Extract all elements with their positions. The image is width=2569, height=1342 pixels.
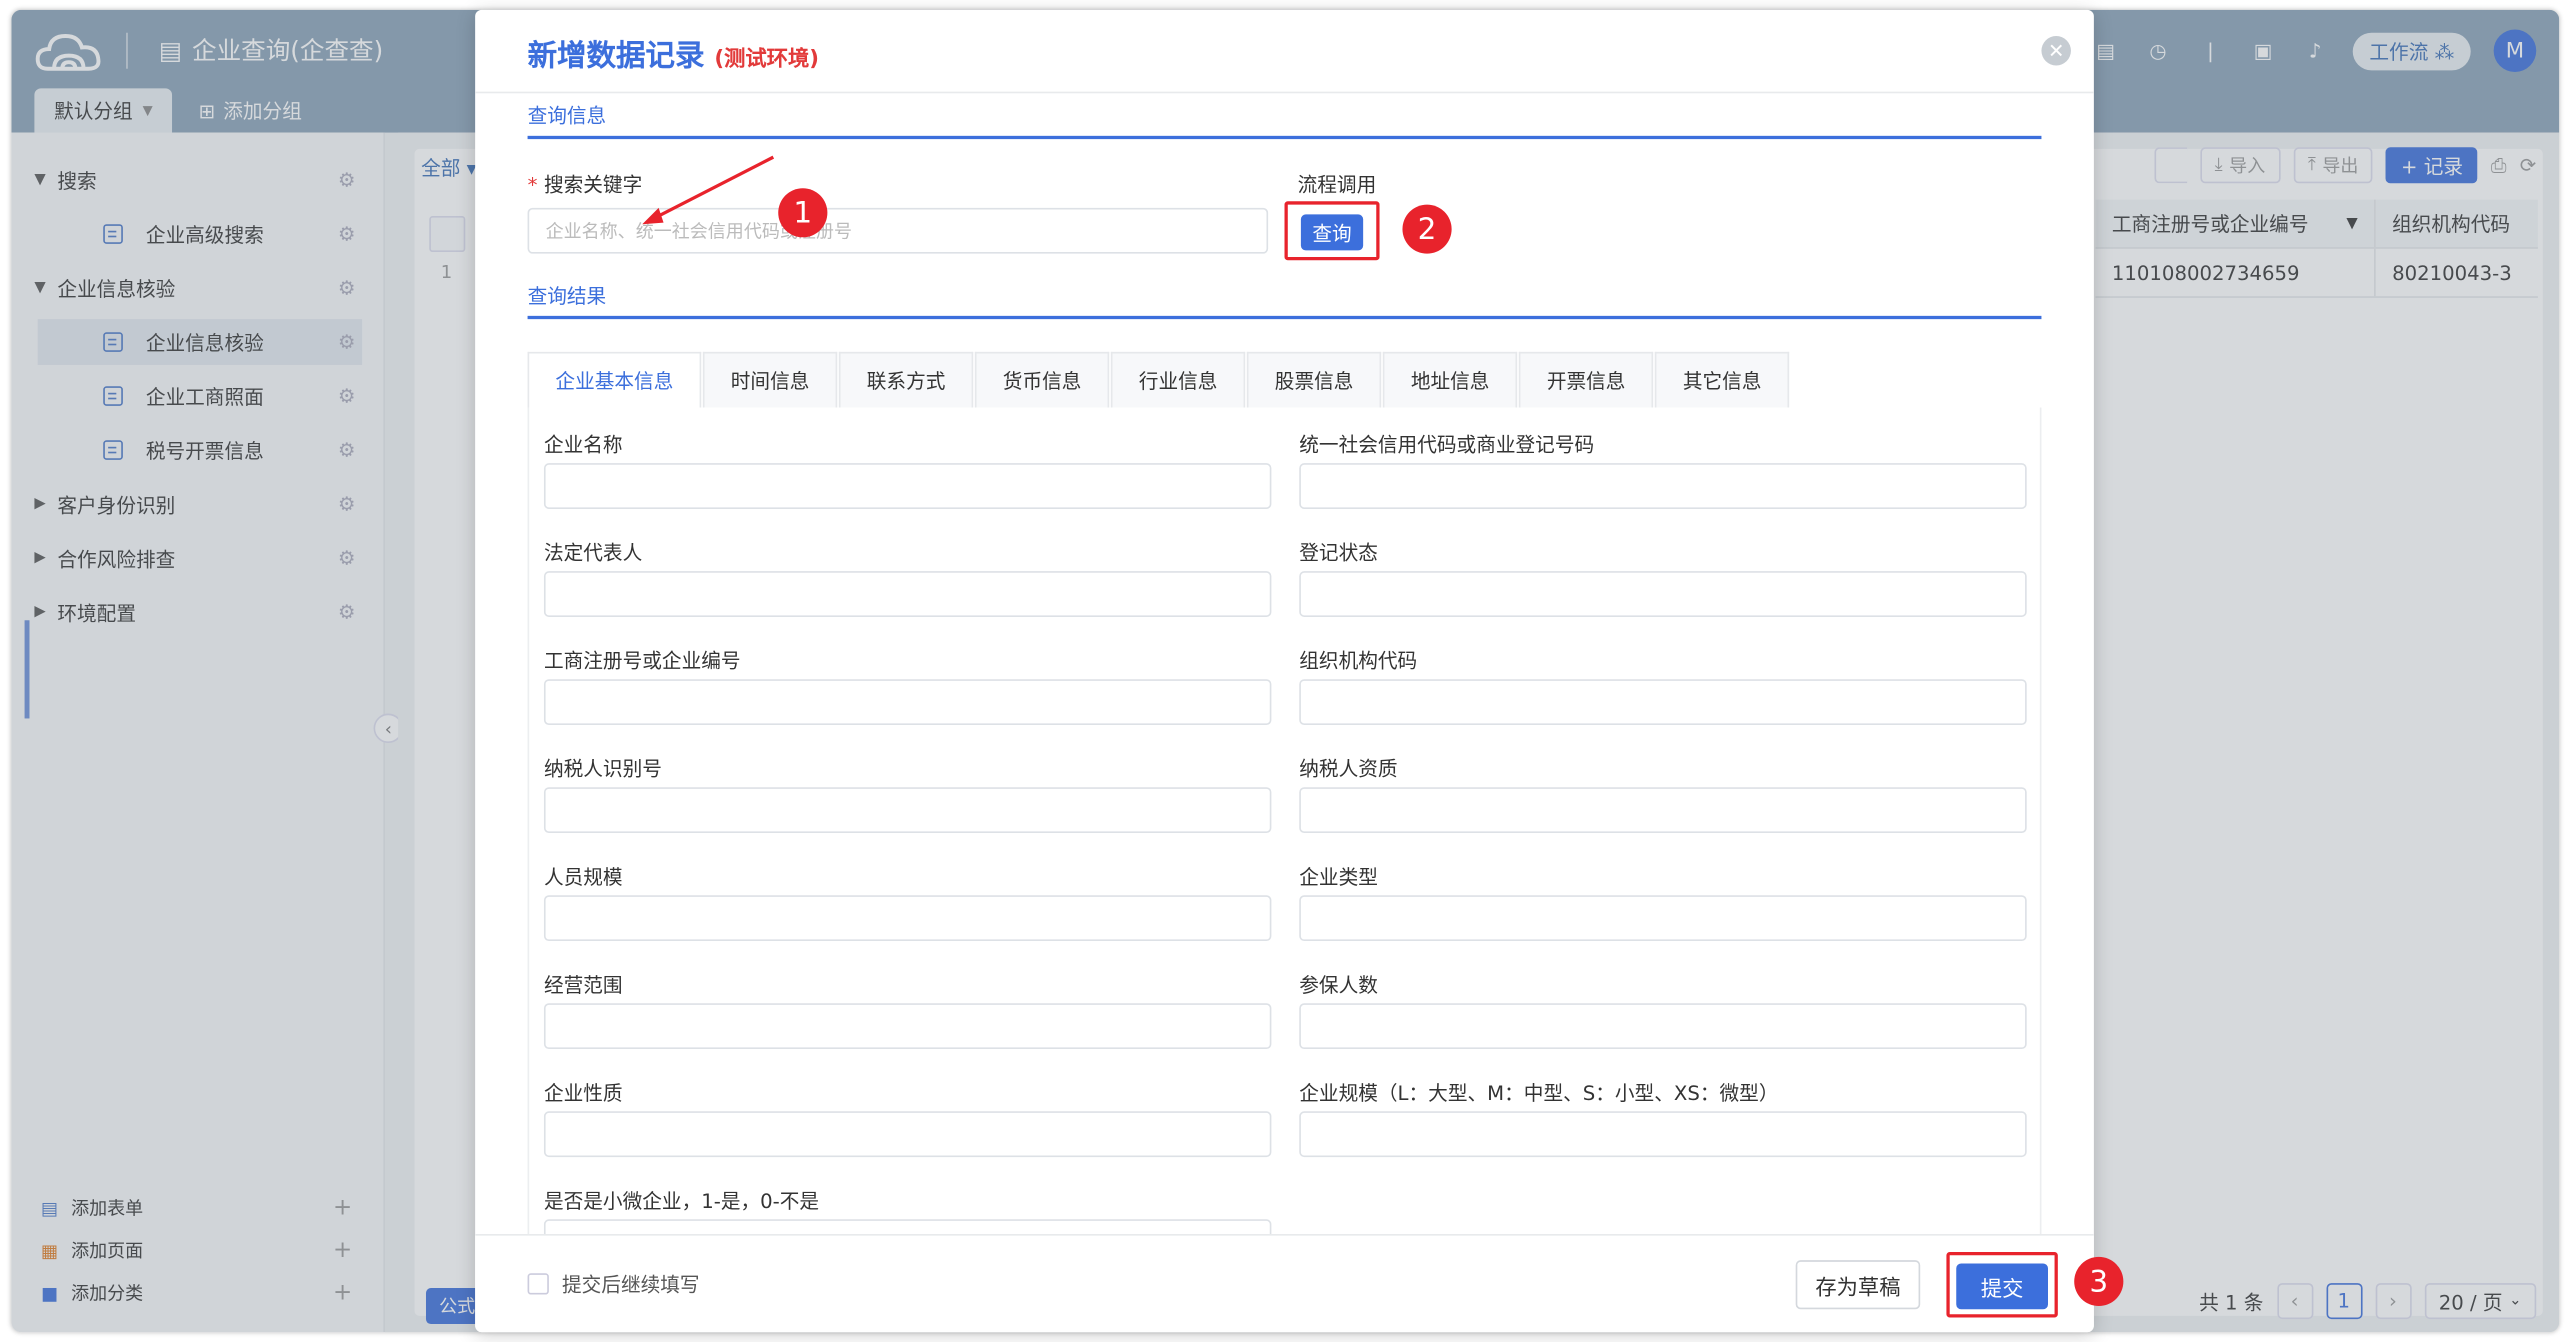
field-label: 企业规模（L：大型、M：中型、S：小型、XS：微型）	[1299, 1081, 1779, 1105]
field-label: 登记状态	[1299, 541, 1378, 565]
tab-industry[interactable]: 行业信息	[1110, 351, 1246, 408]
company-scale-field[interactable]	[1299, 1111, 2027, 1158]
checkbox-box[interactable]	[527, 1273, 549, 1295]
org-code-field[interactable]	[1299, 679, 2027, 726]
tab-currency[interactable]: 货币信息	[974, 351, 1110, 408]
staff-size-field[interactable]	[543, 895, 1272, 942]
legal-rep-field[interactable]	[543, 571, 1272, 617]
field-label: 纳税人资质	[1299, 757, 1398, 781]
annotation-badge-2: 2	[1402, 204, 1452, 254]
env-tag: (测试环境)	[714, 47, 820, 73]
field-label: 纳税人识别号	[543, 757, 662, 781]
business-scope-field[interactable]	[543, 1003, 1272, 1050]
annotation-badge-1: 1	[778, 188, 828, 238]
field-label: 参保人数	[1299, 973, 1378, 997]
reg-number-field[interactable]	[543, 679, 1272, 726]
dialog-title-text: 新增数据记录	[527, 39, 705, 74]
dialog-title: 新增数据记录 (测试环境)	[528, 33, 819, 76]
query-highlight-box	[1284, 201, 1380, 261]
tab-stock[interactable]: 股票信息	[1246, 351, 1382, 408]
tab-other[interactable]: 其它信息	[1654, 351, 1790, 408]
tab-invoice[interactable]: 开票信息	[1518, 351, 1654, 408]
close-icon[interactable]: ✕	[2041, 36, 2071, 66]
submit-highlight-box	[1946, 1251, 2058, 1318]
section-query-result: 查询结果	[527, 281, 2042, 320]
keyword-label: * 搜索关键字	[527, 173, 643, 197]
field-label: 是否是小微企业，1-是，0-不是	[543, 1189, 820, 1213]
credit-code-field[interactable]	[1299, 463, 2027, 509]
field-label: 企业类型	[1299, 865, 1378, 889]
field-label: 企业性质	[543, 1081, 623, 1105]
flow-call-label: 流程调用	[1297, 173, 1377, 197]
continue-after-submit-checkbox[interactable]: 提交后继续填写	[527, 1270, 700, 1298]
save-draft-button[interactable]: 存为草稿	[1795, 1260, 1921, 1310]
tab-contact[interactable]: 联系方式	[838, 351, 974, 408]
taxpayer-quality-field[interactable]	[1299, 787, 2027, 834]
field-label: 统一社会信用代码或商业登记号码	[1299, 433, 1595, 457]
company-name-field[interactable]	[543, 463, 1272, 509]
field-label: 法定代表人	[543, 541, 643, 565]
header-divider	[475, 91, 2094, 94]
tab-address[interactable]: 地址信息	[1382, 351, 1518, 408]
company-type-field[interactable]	[1299, 895, 2027, 942]
taxpayer-id-field[interactable]	[543, 787, 1272, 834]
keyword-input[interactable]: 企业名称、统一社会信用代码或注册号	[527, 207, 1269, 254]
insured-count-field[interactable]	[1299, 1003, 2027, 1050]
field-label: 组织机构代码	[1299, 649, 1418, 673]
field-label: 人员规模	[543, 865, 623, 889]
field-label: 工商注册号或企业编号	[543, 649, 741, 673]
field-label: 企业名称	[543, 433, 623, 457]
company-nature-field[interactable]	[543, 1111, 1272, 1158]
tab-basic-info[interactable]: 企业基本信息	[527, 351, 702, 408]
checkbox-label: 提交后继续填写	[561, 1273, 700, 1297]
reg-status-field[interactable]	[1299, 571, 2027, 617]
tab-time-info[interactable]: 时间信息	[702, 351, 838, 408]
basic-info-panel: 企业名称 统一社会信用代码或商业登记号码 法定代表人 登记状态 工商注册号或企业…	[527, 407, 2042, 1243]
field-label: 经营范围	[543, 973, 623, 997]
annotation-badge-3: 3	[2074, 1256, 2124, 1307]
result-tabs: 企业基本信息 时间信息 联系方式 货币信息 行业信息 股票信息 地址信息 开票信…	[527, 351, 1791, 408]
section-query-info: 查询信息	[527, 101, 2042, 140]
